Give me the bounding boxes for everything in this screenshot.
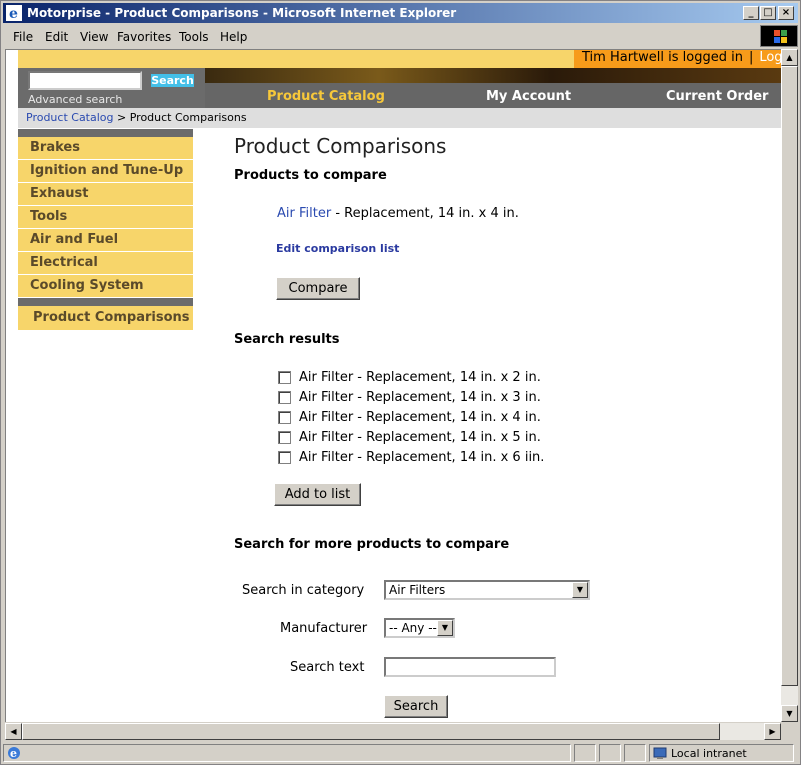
menu-file[interactable]: File (13, 30, 33, 44)
result-checkbox[interactable] (278, 451, 291, 464)
search-button[interactable]: Search (151, 74, 194, 87)
category-tools[interactable]: Tools (18, 206, 193, 228)
dropdown-arrow-icon[interactable]: ▼ (572, 582, 588, 598)
advanced-search-link[interactable]: Advanced search (28, 93, 122, 106)
horizontal-scrollbar[interactable]: ◀ ▶ (5, 723, 781, 740)
ie-icon: e (6, 5, 22, 21)
menu-help[interactable]: Help (220, 30, 247, 44)
menu-view[interactable]: View (80, 30, 108, 44)
search-panel: Search Advanced search (18, 68, 205, 108)
window-title: Motorprise - Product Comparisons - Micro… (27, 6, 457, 20)
login-status: Tim Hartwell is logged in | Log (574, 50, 781, 68)
category-select[interactable]: Air Filters ▼ (384, 580, 590, 600)
results-heading: Search results (234, 332, 340, 347)
zone-label: Local intranet (671, 747, 747, 760)
side-product-comparisons[interactable]: Product Comparisons (18, 306, 193, 330)
globe-icon (653, 747, 667, 759)
dropdown-arrow-icon[interactable]: ▼ (437, 620, 453, 636)
page-title: Product Comparisons (234, 134, 447, 158)
nav-product-catalog[interactable]: Product Catalog (267, 89, 385, 104)
arrow-down-icon[interactable]: ▼ (781, 705, 798, 722)
category-air-fuel[interactable]: Air and Fuel (18, 229, 193, 251)
result-item: Air Filter - Replacement, 14 in. x 6 iin… (299, 450, 545, 465)
arrow-right-icon[interactable]: ▶ (764, 723, 781, 740)
windows-logo-icon (760, 25, 798, 47)
result-checkbox[interactable] (278, 391, 291, 404)
compare-item-link[interactable]: Air Filter (277, 206, 331, 221)
search-input[interactable] (28, 71, 142, 90)
svg-text:e: e (9, 6, 18, 21)
search-text-label: Search text (290, 660, 365, 675)
manufacturer-label: Manufacturer (280, 621, 368, 636)
search-submit-button[interactable]: Search (384, 695, 448, 718)
add-to-list-button[interactable]: Add to list (274, 483, 361, 506)
minimize-icon[interactable]: _ (743, 6, 759, 20)
category-electrical[interactable]: Electrical (18, 252, 193, 274)
menu-favorites[interactable]: Favorites (117, 30, 171, 44)
header-banner-image (205, 68, 781, 83)
ie-icon: e (8, 747, 20, 760)
result-item: Air Filter - Replacement, 14 in. x 5 in. (299, 430, 541, 445)
page-viewport: Tim Hartwell is logged in | Log Search Adv… (5, 49, 781, 722)
horizontal-scroll-thumb[interactable] (22, 723, 720, 740)
result-checkbox[interactable] (278, 371, 291, 384)
close-icon[interactable]: × (778, 6, 794, 20)
main-nav: Product Catalog My Account Current Order (205, 83, 781, 108)
category-brakes[interactable]: Brakes (18, 137, 193, 159)
category-sidebar: Brakes Ignition and Tune-Up Exhaust Tool… (18, 129, 193, 330)
category-label: Search in category (242, 583, 365, 598)
zone-panel: Local intranet (649, 744, 794, 762)
arrow-up-icon[interactable]: ▲ (781, 49, 798, 66)
logged-in-text: Tim Hartwell is logged in (582, 50, 743, 65)
search-text-input[interactable] (384, 657, 556, 677)
nav-my-account[interactable]: My Account (486, 89, 571, 104)
menu-tools[interactable]: Tools (179, 30, 209, 44)
status-main: e (3, 744, 571, 762)
more-products-heading: Search for more products to compare (234, 537, 510, 552)
edit-comparison-link[interactable]: Edit comparison list (276, 242, 399, 255)
breadcrumb-current: Product Comparisons (129, 111, 247, 124)
result-checkbox[interactable] (278, 431, 291, 444)
vertical-scroll-thumb[interactable] (781, 66, 798, 686)
title-bar: e Motorprise - Product Comparisons - Mic… (3, 3, 798, 23)
compare-heading: Products to compare (234, 168, 387, 183)
vertical-scrollbar[interactable]: ▲ ▼ (781, 49, 798, 722)
category-exhaust[interactable]: Exhaust (18, 183, 193, 205)
breadcrumb: Product Catalog > Product Comparisons (18, 108, 781, 128)
result-item: Air Filter - Replacement, 14 in. x 2 in. (299, 370, 541, 385)
result-item: Air Filter - Replacement, 14 in. x 4 in. (299, 410, 541, 425)
compare-item: Air Filter - Replacement, 14 in. x 4 in. (277, 206, 519, 221)
result-item: Air Filter - Replacement, 14 in. x 3 in. (299, 390, 541, 405)
result-checkbox[interactable] (278, 411, 291, 424)
category-ignition[interactable]: Ignition and Tune-Up (18, 160, 193, 182)
category-cooling[interactable]: Cooling System (18, 275, 193, 297)
browser-window: e Motorprise - Product Comparisons - Mic… (0, 0, 801, 765)
breadcrumb-link-catalog[interactable]: Product Catalog (26, 111, 114, 124)
arrow-left-icon[interactable]: ◀ (5, 723, 22, 740)
manufacturer-select[interactable]: -- Any -- ▼ (384, 618, 455, 638)
status-bar: e Local intranet (3, 742, 798, 763)
nav-current-order[interactable]: Current Order (666, 89, 768, 104)
menu-bar: File Edit View Favorites Tools Help (3, 25, 798, 47)
menu-edit[interactable]: Edit (45, 30, 68, 44)
logout-link[interactable]: Log (759, 50, 781, 65)
maximize-icon[interactable]: □ (760, 6, 776, 20)
svg-text:e: e (10, 747, 17, 760)
compare-button[interactable]: Compare (276, 277, 360, 300)
